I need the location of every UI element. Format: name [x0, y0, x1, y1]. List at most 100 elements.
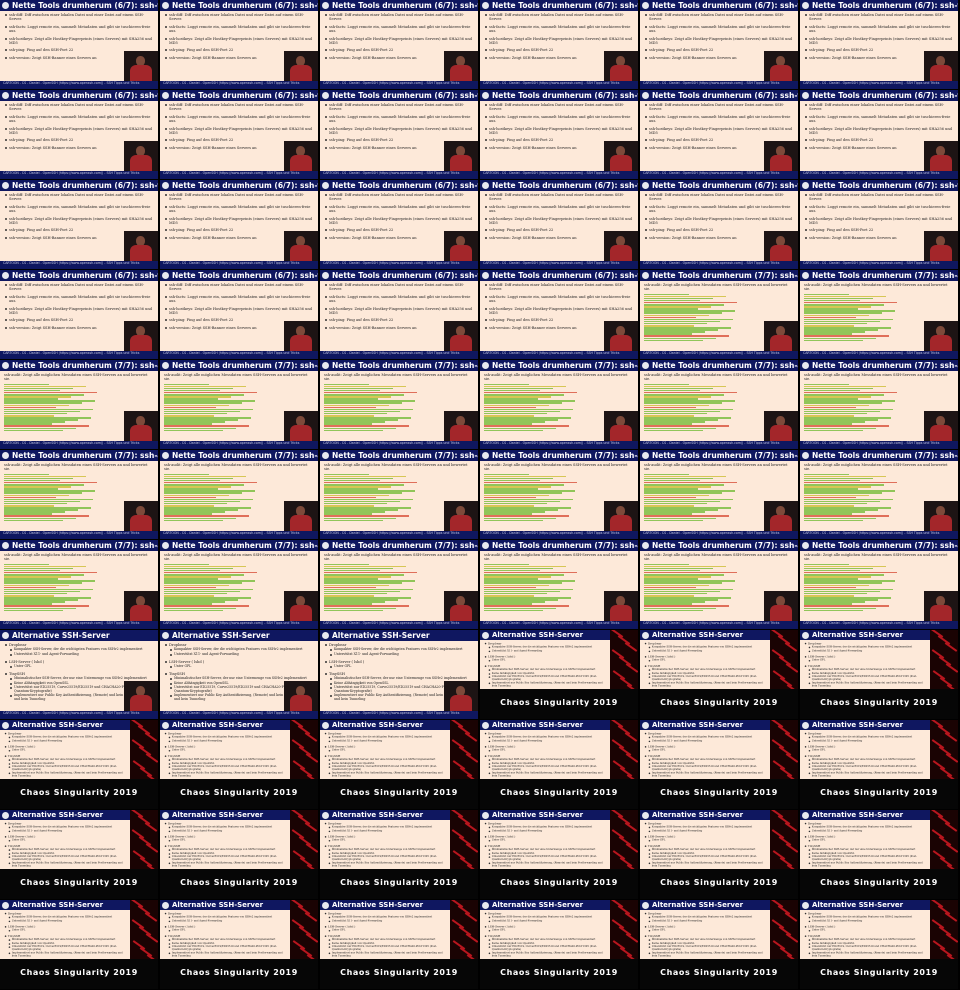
banner-text: Chaos Singularity 2019 [500, 698, 618, 707]
slide-header: Alternative SSH-Server [160, 900, 290, 910]
footer-text: CARTOON - CS - Daniel - OpenSSH (https:/… [3, 351, 140, 355]
slide-header: Nette Tools drumherum (7/7): ssh-audit [800, 270, 958, 281]
speaker-video [444, 51, 478, 81]
speaker-body [770, 515, 792, 531]
speaker-body [130, 695, 152, 711]
slide-title: Nette Tools drumherum (6/7): ssh-tools [172, 1, 318, 10]
bullet-list: Dropbear Kompakter SSH-Server, der die wi… [324, 822, 445, 868]
speaker-video [284, 681, 318, 711]
slide-footer: CARTOON - CS - Daniel - OpenSSH (https:/… [800, 621, 958, 629]
slide-intro: ssh-audit: Zeigt alle möglichen Messdate… [484, 553, 628, 562]
slide-header: Alternative SSH-Server [480, 900, 610, 910]
terminal-output [4, 383, 98, 432]
sub-list: Minimalistischer SSH-Server, der nur ein… [648, 938, 765, 958]
decoration-stroke [625, 843, 638, 853]
bullet-item: ssh-diff: Diff zwischen einer lokalen Da… [325, 193, 474, 202]
slide-footer: CARTOON - CS - Daniel - OpenSSH (https:/… [640, 351, 798, 359]
sub-list: Minimalistischer SSH-Server, der nur ein… [8, 848, 125, 868]
slide-footer: CARTOON - CS - Daniel - OpenSSH (https:/… [160, 531, 318, 539]
speaker-body [290, 65, 312, 81]
sub-item: Unter GPL [170, 664, 314, 669]
bullet-item: ssh-hostkeys: Zeigt alle Hostkey-Fingerp… [5, 127, 154, 136]
slide-title: Nette Tools drumherum (7/7): ssh-audit [172, 541, 318, 550]
logo-icon [802, 182, 809, 189]
speaker-video [124, 141, 158, 171]
slide-intro: ssh-audit: Zeigt alle möglichen Messdate… [324, 553, 468, 562]
logo-icon [322, 272, 329, 279]
bullet-item: ssh-hostkeys: Zeigt alle Hostkey-Fingerp… [645, 217, 794, 226]
bullet-item: Dropbear Kompakter SSH-Server, der die wi… [484, 822, 605, 833]
speaker-body [770, 155, 792, 171]
speaker-body [610, 425, 632, 441]
slide-intro: ssh-audit: Zeigt alle möglichen Messdate… [644, 283, 788, 292]
speaker-body [770, 65, 792, 81]
footer-text: CARTOON - CS - Daniel - OpenSSH (https:/… [643, 81, 780, 85]
speaker-body [930, 245, 952, 261]
sub-item: Unterstützt X11- und Agent-Forwarding [328, 739, 445, 743]
slide-header: Nette Tools drumherum (7/7): ssh-audit [0, 450, 158, 461]
decoration-stroke [145, 753, 158, 763]
slide-header: Nette Tools drumherum (6/7): ssh-tools [800, 0, 958, 11]
decoration-stroke [305, 753, 318, 763]
slide-title: Alternative SSH-Server [812, 721, 904, 729]
terminal-line [804, 609, 863, 612]
logo-icon [322, 542, 329, 549]
slide-header: Nette Tools drumherum (7/7): ssh-audit [160, 540, 318, 551]
slide-title: Alternative SSH-Server [652, 721, 744, 729]
slide-inset: Alternative SSH-Server Dropbear Kompakter … [640, 900, 770, 966]
slide-header: Nette Tools drumherum (6/7): ssh-tools [160, 0, 318, 11]
speaker-body [770, 425, 792, 441]
slide-header: Alternative SSH-Server [160, 630, 318, 641]
slide-header: Nette Tools drumherum (6/7): ssh-tools [480, 0, 638, 11]
speaker-body [290, 245, 312, 261]
slide-title: Nette Tools drumherum (6/7): ssh-tools [12, 91, 158, 100]
sub-item: Unterstützt X11- und Agent-Forwarding [488, 649, 605, 653]
conference-banner: Chaos Singularity 2019 [640, 779, 798, 809]
footer-text: CARTOON - CS - Daniel - OpenSSH (https:/… [163, 711, 300, 715]
slide-header: Nette Tools drumherum (7/7): ssh-audit [0, 540, 158, 551]
slide-header: Alternative SSH-Server [640, 810, 770, 820]
slide-title: Nette Tools drumherum (6/7): ssh-tools [12, 1, 158, 10]
sub-item: Unterstützt X11- und Agent-Forwarding [808, 919, 925, 923]
slide-footer: CARTOON - CS - Daniel - OpenSSH (https:/… [640, 621, 798, 629]
bullet-item: ssh-facts: Loggt remote ein, sammelt Met… [5, 295, 154, 304]
banner-text: Chaos Singularity 2019 [20, 878, 138, 887]
sub-list: Minimalistischer SSH-Server, der nur ein… [808, 848, 925, 868]
sub-item: Unter GPL [168, 929, 285, 932]
slide-thumbnail: Alternative SSH-Server Dropbear Kompakter … [640, 630, 798, 719]
terminal-output [644, 293, 738, 342]
terminal-output [164, 383, 258, 432]
bullet-item: Dropbear Kompakter SSH-Server, der die wi… [4, 732, 125, 743]
sub-item: Implementiert nur Public Key Authentifiz… [328, 951, 445, 958]
slide-title: Nette Tools drumherum (7/7): ssh-audit [492, 451, 638, 460]
slide-title: Nette Tools drumherum (7/7): ssh-audit [492, 361, 638, 370]
slide-footer: CARTOON - CS - Daniel - OpenSSH (https:/… [800, 531, 958, 539]
slide-footer: CARTOON - CS - Daniel - OpenSSH (https:/… [0, 351, 158, 359]
bullet-item: ssh-diff: Diff zwischen einer lokalen Da… [165, 283, 314, 292]
sub-list: Unter GPL [808, 929, 925, 932]
banner-text: Chaos Singularity 2019 [340, 788, 458, 797]
logo-icon [642, 902, 649, 909]
decoration-stroke [624, 822, 638, 832]
slide-header: Nette Tools drumherum (6/7): ssh-tools [480, 180, 638, 191]
slide-title: Alternative SSH-Server [332, 721, 424, 729]
sub-list: Minimalistischer SSH-Server, der nur ein… [808, 938, 925, 958]
sub-item: Unterstützt X11- und Agent-Forwarding [648, 649, 765, 653]
bullet-item: LSH-Server ( lshd ) Unter GPL [484, 745, 605, 752]
bullet-item: Dropbear Kompakter SSH-Server, der die wi… [324, 732, 445, 743]
sub-item: Unterstützt X11- und Agent-Forwarding [8, 919, 125, 923]
logo-icon [642, 452, 649, 459]
slide-thumbnail: Nette Tools drumherum (7/7): ssh-audit ss… [800, 270, 958, 359]
sub-item: Unter GPL [648, 659, 765, 662]
logo-icon [482, 812, 489, 819]
bullet-item: TinySSH Minimalistischer SSH-Server, der … [644, 755, 765, 778]
sub-list: Unter GPL [488, 929, 605, 932]
slide-footer: CARTOON - CS - Daniel - OpenSSH (https:/… [160, 711, 318, 719]
slide-header: Nette Tools drumherum (6/7): ssh-tools [0, 0, 158, 11]
bullet-item: ssh-diff: Diff zwischen einer lokalen Da… [805, 13, 954, 22]
slide-title: Alternative SSH-Server [12, 901, 104, 909]
terminal-line [804, 429, 863, 432]
slide-inset: Alternative SSH-Server Dropbear Kompakter … [480, 630, 610, 696]
slide-title: Nette Tools drumherum (7/7): ssh-audit [652, 361, 798, 370]
speaker-video [124, 51, 158, 81]
